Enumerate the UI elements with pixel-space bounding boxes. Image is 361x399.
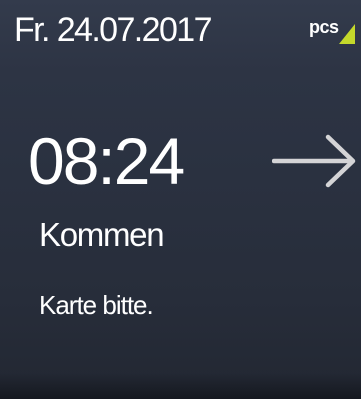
card-prompt: Karte bitte. bbox=[39, 290, 154, 320]
arrow-right-icon bbox=[272, 134, 356, 188]
booking-type-label: Kommen bbox=[39, 216, 165, 253]
logo-text: pcs bbox=[309, 17, 339, 37]
current-time: 08:24 bbox=[28, 124, 185, 198]
current-date: Fr. 24.07.2017 bbox=[14, 11, 212, 49]
pcs-logo: pcs bbox=[309, 16, 355, 44]
logo-accent-icon bbox=[339, 24, 355, 44]
terminal-screen: Fr. 24.07.2017 pcs 08:24 Kommen Karte bi… bbox=[0, 0, 361, 399]
